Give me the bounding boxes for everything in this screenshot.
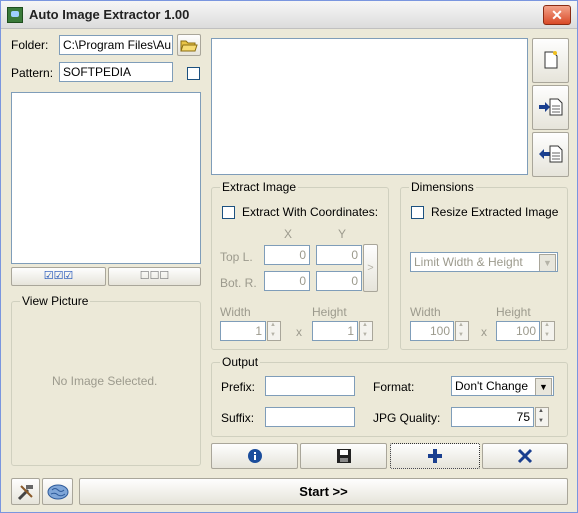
new-list-button[interactable] — [532, 38, 569, 83]
close-button[interactable]: ✕ — [543, 5, 571, 25]
no-image-text: No Image Selected. — [52, 374, 158, 388]
dim-width-label: Width — [410, 305, 441, 319]
open-folder-icon — [180, 40, 198, 52]
check-all-button[interactable]: ☑☑☑ — [11, 267, 106, 286]
extract-image-title: Extract Image — [220, 180, 299, 194]
format-select[interactable]: Don't Change ▼ — [451, 376, 554, 396]
window-title: Auto Image Extractor 1.00 — [29, 7, 190, 22]
folder-input[interactable]: C:\Program Files\Au — [59, 35, 173, 55]
tools-icon — [17, 485, 33, 501]
y-header: Y — [338, 227, 347, 241]
file-list[interactable] — [11, 92, 201, 264]
resize-mode-value: Limit Width & Height — [414, 255, 523, 269]
bottom-right-label: Bot. R. — [220, 276, 257, 290]
view-picture-title: View Picture — [20, 294, 91, 308]
dim-times-sign: x — [481, 325, 487, 339]
dim-height-label: Height — [496, 305, 531, 319]
resize-checkbox[interactable] — [411, 206, 424, 219]
brain-icon — [47, 484, 68, 500]
bottom-right-y-input[interactable]: 0 — [316, 271, 362, 291]
dimensions-title: Dimensions — [409, 180, 476, 194]
resize-label: Resize Extracted Image — [431, 205, 559, 219]
add-button[interactable] — [390, 443, 480, 469]
extract-image-group: Extract Image Extract With Coordinates: … — [211, 180, 389, 350]
prefix-label: Prefix: — [221, 380, 256, 394]
pattern-checkbox[interactable] — [187, 67, 200, 80]
pattern-input[interactable]: SOFTPEDIA — [59, 62, 173, 82]
resize-mode-select[interactable]: Limit Width & Height ▼ — [410, 252, 558, 272]
import-button[interactable] — [532, 85, 569, 130]
chevron-down-icon[interactable]: ▼ — [535, 378, 552, 395]
suffix-label: Suffix: — [221, 411, 255, 425]
bottom-right-x-input[interactable]: 0 — [264, 271, 310, 291]
start-button[interactable]: Start >> — [79, 478, 568, 505]
extract-width-input[interactable]: 1 — [220, 321, 266, 341]
folder-label: Folder: — [11, 38, 49, 52]
top-left-label: Top L. — [220, 250, 253, 264]
jpg-quality-spinner[interactable] — [535, 407, 549, 427]
x-header: X — [284, 227, 293, 241]
extract-with-coordinates-checkbox[interactable] — [222, 206, 235, 219]
title-bar: Auto Image Extractor 1.00 ✕ — [1, 1, 577, 29]
uncheck-all-button[interactable]: ☐☐☐ — [108, 267, 201, 286]
app-icon — [7, 7, 23, 23]
pattern-label: Pattern: — [11, 66, 54, 80]
tools-button[interactable] — [11, 478, 40, 505]
dimensions-group: Dimensions Resize Extracted Image Limit … — [400, 180, 568, 350]
prefix-input[interactable] — [265, 376, 355, 396]
export-document-icon — [538, 145, 562, 163]
top-left-y-input[interactable]: 0 — [316, 245, 362, 265]
save-icon — [336, 449, 351, 463]
output-title: Output — [220, 355, 261, 369]
extract-with-coordinates-label: Extract With Coordinates: — [242, 205, 379, 219]
view-picture-group: View Picture No Image Selected. — [11, 294, 201, 466]
browse-folder-button[interactable] — [177, 34, 201, 56]
jpg-quality-label: JPG Quality: — [373, 411, 441, 425]
save-button[interactable] — [300, 443, 387, 469]
new-document-icon — [544, 51, 557, 69]
format-value: Don't Change — [455, 379, 529, 393]
extract-height-label: Height — [312, 305, 347, 319]
extract-width-label: Width — [220, 305, 251, 319]
brain-button[interactable] — [42, 478, 73, 505]
plus-icon — [428, 449, 442, 463]
extract-height-input[interactable]: 1 — [312, 321, 358, 341]
chevron-down-icon[interactable]: ▼ — [539, 254, 556, 271]
top-left-x-input[interactable]: 0 — [264, 245, 310, 265]
format-label: Format: — [373, 380, 415, 394]
output-group: Output Prefix: Suffix: Format: Don't Cha… — [211, 355, 568, 437]
export-button[interactable] — [532, 132, 569, 177]
extract-times-sign: x — [296, 325, 302, 339]
dim-width-spinner[interactable] — [455, 321, 469, 341]
app-window: Auto Image Extractor 1.00 ✕ Folder: C:\P… — [0, 0, 578, 513]
about-button[interactable] — [211, 443, 298, 469]
dim-height-input[interactable]: 100 — [496, 321, 540, 341]
info-icon — [247, 449, 262, 463]
dim-width-input[interactable]: 100 — [410, 321, 454, 341]
jpg-quality-input[interactable]: 75 — [451, 407, 534, 427]
remove-button[interactable] — [482, 443, 568, 469]
import-document-icon — [538, 98, 562, 116]
dim-height-spinner[interactable] — [541, 321, 555, 341]
pick-coordinates-button[interactable]: > — [363, 244, 378, 292]
extract-width-spinner[interactable] — [267, 321, 281, 341]
preview-pane[interactable] — [211, 38, 528, 175]
extract-height-spinner[interactable] — [359, 321, 373, 341]
cross-icon — [517, 448, 533, 464]
suffix-input[interactable] — [265, 407, 355, 427]
